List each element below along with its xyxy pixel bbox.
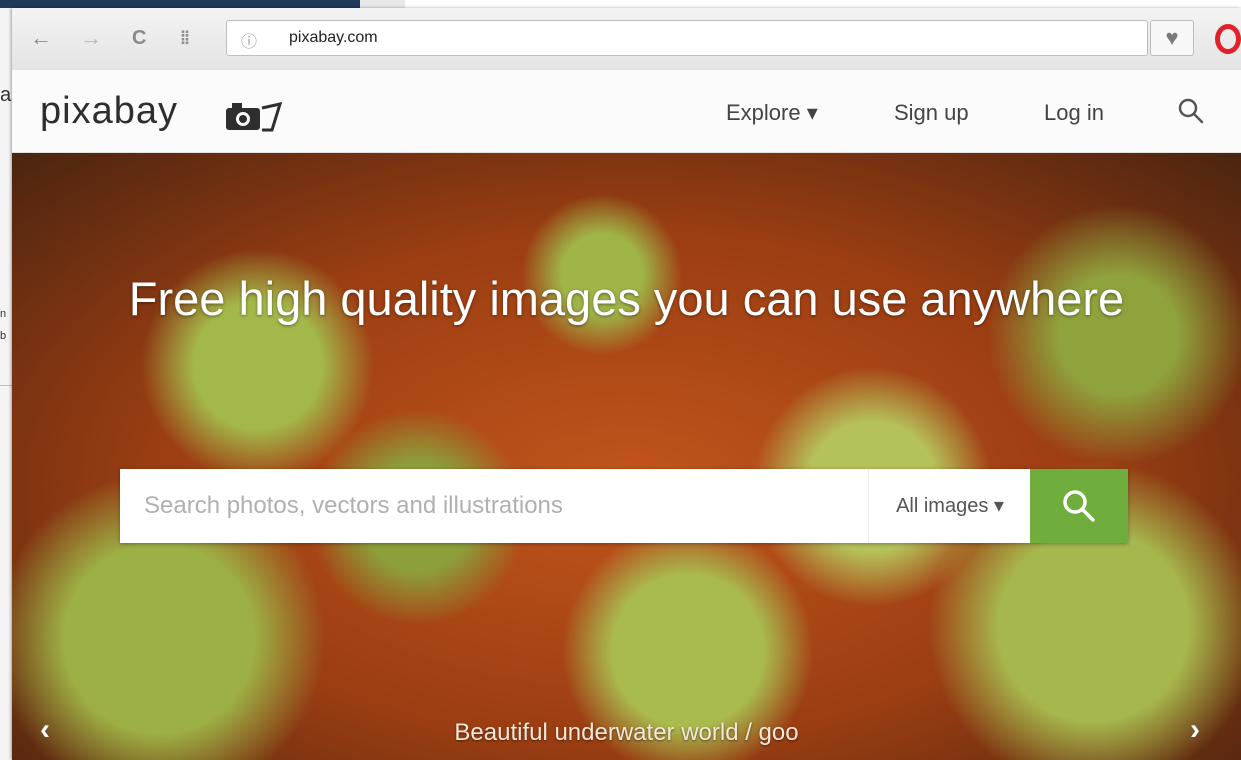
- background-text-fragment: b: [0, 330, 7, 342]
- favorite-heart-icon[interactable]: ♥: [1150, 20, 1194, 56]
- background-window: [0, 0, 12, 760]
- nav-sign-up[interactable]: Sign up: [894, 100, 969, 126]
- back-arrow-icon[interactable]: ←: [30, 24, 52, 52]
- camera-logo-icon: [226, 102, 282, 132]
- forward-arrow-icon[interactable]: →: [80, 24, 102, 52]
- background-window-tab: [360, 0, 405, 8]
- site-header: pixabay Explore ▾ Sign up Log in: [12, 70, 1241, 153]
- nav-explore[interactable]: Explore ▾: [726, 100, 818, 126]
- search-type-dropdown[interactable]: All images ▾: [868, 469, 1031, 543]
- chevron-right-icon[interactable]: ›: [1190, 713, 1200, 747]
- search-icon[interactable]: [1176, 96, 1206, 126]
- background-text-fragment: a: [0, 84, 12, 106]
- hero-title: Free high quality images you can use any…: [128, 272, 1125, 325]
- search-submit-button[interactable]: [1030, 469, 1128, 543]
- background-window-titlebar: [0, 0, 360, 8]
- search-icon: [1063, 490, 1095, 522]
- hero-banner: Free high quality images you can use any…: [12, 153, 1241, 760]
- background-divider: [0, 385, 12, 386]
- browser-window: ← → C ⁞⁞ ⓘ pixabay.com ♥ pixabay Explore…: [12, 8, 1241, 760]
- address-url[interactable]: pixabay.com: [289, 29, 378, 47]
- image-caption[interactable]: Beautiful underwater world / goo: [12, 719, 1241, 747]
- hero-search-box: All images ▾: [120, 469, 1128, 543]
- opera-logo-icon[interactable]: [1215, 24, 1241, 54]
- site-logo[interactable]: pixabay: [40, 90, 178, 133]
- browser-toolbar: ← → C ⁞⁞ ⓘ pixabay.com ♥: [12, 8, 1241, 71]
- reload-icon[interactable]: C: [132, 24, 146, 52]
- address-bar[interactable]: ⓘ pixabay.com: [226, 20, 1148, 56]
- background-text-fragment: n: [0, 308, 7, 320]
- speed-dial-grid-icon[interactable]: ⁞⁞: [180, 24, 190, 52]
- nav-log-in[interactable]: Log in: [1044, 100, 1104, 126]
- site-info-icon[interactable]: ⓘ: [241, 28, 261, 51]
- search-input[interactable]: [120, 469, 868, 543]
